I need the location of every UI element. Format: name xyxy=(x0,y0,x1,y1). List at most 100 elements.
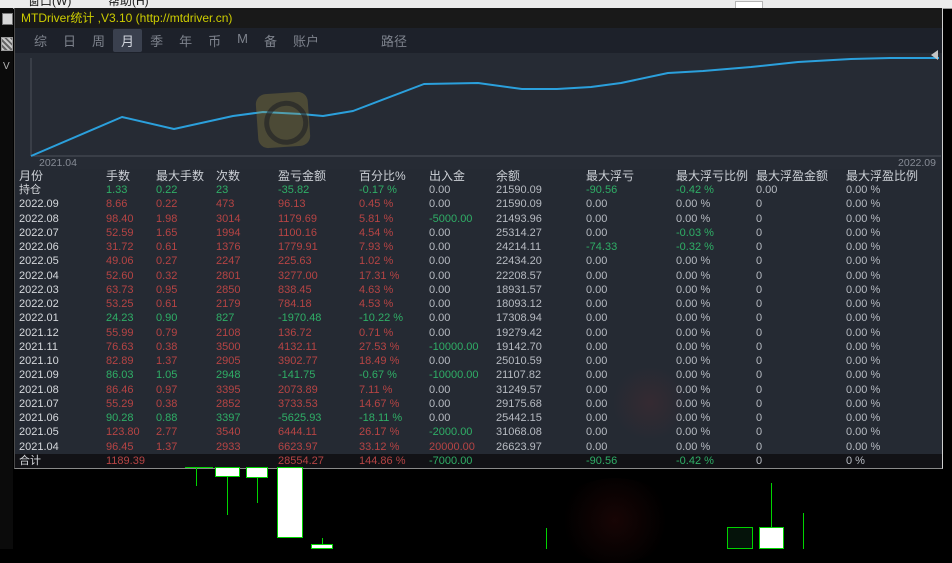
table-cell: 0.00 xyxy=(586,198,608,211)
table-cell: 0.00 % xyxy=(846,383,881,396)
table-cell: 0.22 xyxy=(156,198,178,211)
table-cell: 0 xyxy=(756,241,763,253)
table-cell: 0.38 xyxy=(156,397,178,410)
table-cell: 0.00 % xyxy=(676,326,711,339)
chart-icon[interactable] xyxy=(1,37,13,51)
table-cell: 0.00 xyxy=(429,255,451,268)
total-row[interactable]: 合计 1189.39 28554.27 144.86 % -7000.00 -90.56 -… xyxy=(15,453,942,469)
table-cell: 3395 xyxy=(216,383,241,396)
table-row[interactable]: 2022.05 49.06 0.27 2247 225.63 1.02 % 0.00 2243… xyxy=(15,254,942,268)
table-cell: 0.95 xyxy=(156,283,178,296)
table-row[interactable]: 2021.06 90.28 0.88 3397 -5625.93 -18.11 % 0.00… xyxy=(15,411,942,425)
table-cell: 3397 xyxy=(216,412,241,424)
table-row[interactable]: 2021.05 123.80 2.77 3540 6444.11 26.17 % -2000… xyxy=(15,425,942,439)
table-cell: 0.00 % xyxy=(676,440,711,453)
table-cell: 0.00 % xyxy=(676,397,711,410)
table-row[interactable]: 2021.12 55.99 0.79 2108 136.72 0.71 % 0.00 1927… xyxy=(15,326,942,340)
table-cell: 52.60 xyxy=(106,269,134,282)
toolbar-tab-季[interactable]: 季 xyxy=(142,29,171,52)
table-cell: 144.86 % xyxy=(359,454,406,467)
table-cell: 2022.02 xyxy=(19,298,59,310)
table-cell: 24.23 xyxy=(106,312,134,325)
table-cell: -2000.00 xyxy=(429,426,473,439)
table-cell: 0.00 % xyxy=(846,269,881,282)
table-cell: 18.49 % xyxy=(359,355,400,367)
table-cell: 3277.00 xyxy=(278,269,318,282)
table-cell: 1.02 % xyxy=(359,255,394,268)
table-row[interactable]: 2021.09 86.03 1.05 2948 -141.75 -0.67 % -10000… xyxy=(15,368,942,382)
table-cell: 0.00 xyxy=(586,269,608,282)
table-row[interactable]: 2021.10 82.89 1.37 2905 3902.77 18.49 % 0.00 25… xyxy=(15,354,942,368)
table-cell: -10000.00 xyxy=(429,369,479,382)
table-cell: 53.25 xyxy=(106,298,134,310)
table-cell: 1100.16 xyxy=(278,226,317,239)
table-cell: 0.32 xyxy=(156,269,178,282)
table-cell: 4.63 % xyxy=(359,283,394,296)
path-label[interactable]: 路径 xyxy=(373,29,415,52)
toolbar-tab-账户[interactable]: 账户 xyxy=(285,29,327,52)
table-cell: 827 xyxy=(216,312,235,325)
table-cell: -0.42 % xyxy=(676,184,714,196)
toolbar-tab-日[interactable]: 日 xyxy=(55,29,84,52)
toolbar-tab-M[interactable]: M xyxy=(229,29,256,52)
table-cell: 55.99 xyxy=(106,326,134,339)
table-row[interactable]: 2022.06 31.72 0.61 1376 1779.91 7.93 % 0.00 242… xyxy=(15,240,942,254)
column-header: 月份 xyxy=(19,169,44,183)
column-header: 次数 xyxy=(216,169,241,183)
table-cell: 22434.20 xyxy=(496,255,542,268)
table-cell: 0.00 xyxy=(586,255,608,268)
table-row[interactable]: 2021.11 76.63 0.38 3500 4132.11 27.53 % -10000… xyxy=(15,340,942,354)
table-row[interactable]: 2022.02 53.25 0.61 2179 784.18 4.53 % 0.00 1809… xyxy=(15,297,942,311)
table-cell: 19279.42 xyxy=(496,326,542,339)
table-cell: 31068.08 xyxy=(496,426,542,439)
table-cell: 2022.07 xyxy=(19,226,59,239)
table-cell: 0.00 % xyxy=(676,198,711,211)
table-row[interactable]: 2022.03 63.73 0.95 2850 838.45 4.63 % 0.00 1893… xyxy=(15,283,942,297)
toolbar-tab-综[interactable]: 综 xyxy=(26,29,55,52)
table-row[interactable]: 2022.07 52.59 1.65 1994 1100.16 4.54 % 0.00 253… xyxy=(15,226,942,240)
table-cell: 1.37 xyxy=(156,355,178,367)
table-cell: 6444.11 xyxy=(278,426,317,439)
table-cell: 0.00 xyxy=(586,397,608,410)
table-cell: 17308.94 xyxy=(496,312,542,325)
table-row[interactable]: 持仓 1.33 0.22 23 -35.82 -0.17 % 0.00 21590.09 -90… xyxy=(15,183,942,197)
table-cell: 0 xyxy=(756,340,763,353)
candle-wick xyxy=(546,528,547,549)
table-cell: -18.11 % xyxy=(359,412,403,424)
table-row[interactable]: 2021.04 96.45 1.37 2933 6623.97 33.12 % 20000.… xyxy=(15,440,942,454)
table-body: 持仓 1.33 0.22 23 -35.82 -0.17 % 0.00 21590.09 -90… xyxy=(15,183,942,469)
table-cell: 0.00 xyxy=(429,184,451,196)
table-row[interactable]: 2021.08 86.46 0.97 3395 2073.89 7.11 % 0.00 312… xyxy=(15,383,942,397)
table-cell: 0.00 % xyxy=(676,269,711,282)
app-icon[interactable] xyxy=(2,13,13,25)
table-cell: 1.37 xyxy=(156,440,178,453)
toolbar-tab-周[interactable]: 周 xyxy=(84,29,113,52)
toolbar-tab-备[interactable]: 备 xyxy=(256,29,285,52)
scroll-left-arrow-icon[interactable] xyxy=(931,50,938,60)
table-cell: 0.90 xyxy=(156,312,178,325)
column-header: 最大浮盈金额 xyxy=(756,169,829,183)
table-cell: 225.63 xyxy=(278,255,312,268)
table-cell: 55.29 xyxy=(106,397,134,410)
table-row[interactable]: 2022.08 98.40 1.98 3014 1179.69 5.81 % -5000.0… xyxy=(15,212,942,226)
column-header: 最大手数 xyxy=(156,169,205,183)
table-cell: 0.00 % xyxy=(846,326,881,339)
toolbar-tab-月[interactable]: 月 xyxy=(113,29,143,52)
table-cell: 52.59 xyxy=(106,226,134,239)
toolbar-tab-年[interactable]: 年 xyxy=(171,29,200,52)
table-row[interactable]: 2022.04 52.60 0.32 2801 3277.00 17.31 % 0.00 22… xyxy=(15,269,942,283)
table-row[interactable]: 2022.01 24.23 0.90 827 -1970.48 -10.22 % 0.00 1… xyxy=(15,311,942,325)
table-cell: 2021.07 xyxy=(19,397,59,410)
table-row[interactable]: 2021.07 55.29 0.38 2852 3733.53 14.67 % 0.00 29… xyxy=(15,397,942,411)
toolbar-tab-币[interactable]: 币 xyxy=(200,29,229,52)
candle-wick xyxy=(257,478,258,503)
table-cell: 持仓 xyxy=(19,184,41,196)
table-cell: 0.00 % xyxy=(676,212,711,225)
table-cell: 0 xyxy=(756,383,763,396)
table-row[interactable]: 2022.09 8.66 0.22 473 96.13 0.45 % 0.00 21590.0… xyxy=(15,197,942,211)
table-cell: 0 % xyxy=(846,454,865,467)
table-cell: 0 xyxy=(756,298,763,310)
table-cell: 21590.09 xyxy=(496,184,542,196)
table-cell: 0 xyxy=(756,269,763,282)
table-cell: 0.00 xyxy=(429,226,451,239)
